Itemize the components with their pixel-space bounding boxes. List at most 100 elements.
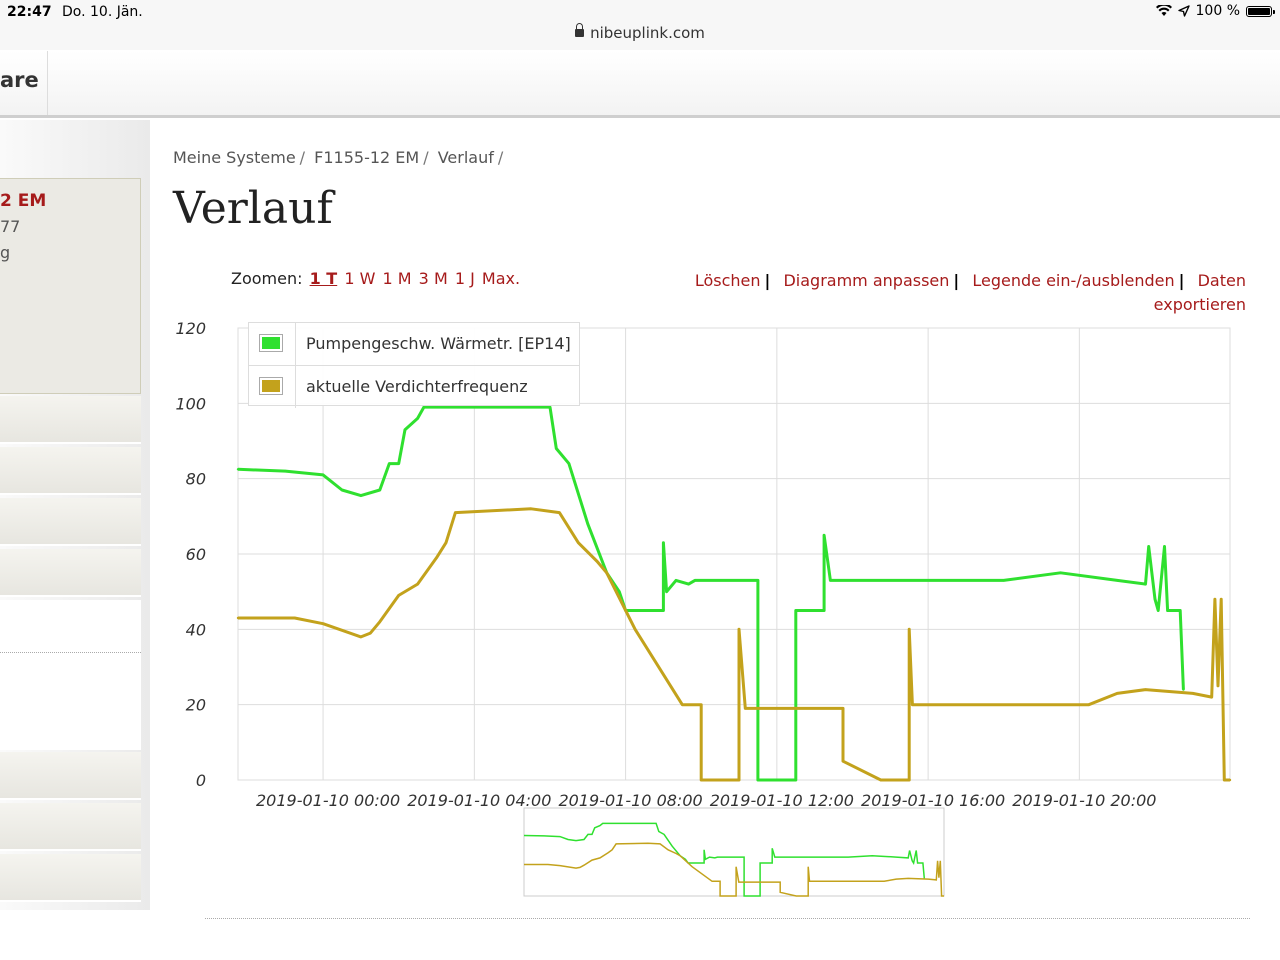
data-point (1220, 598, 1223, 601)
breadcrumb-item[interactable]: Meine Systeme (173, 148, 296, 167)
data-point (397, 462, 400, 465)
page-title: Verlauf (173, 183, 333, 234)
legend-entry[interactable]: Pumpengeschw. Wärmetr. [EP14] (249, 323, 579, 365)
sidebar-menu-item[interactable] (0, 498, 141, 546)
data-point (378, 620, 381, 623)
data-point (236, 468, 240, 471)
sidebar-menu-item[interactable] (0, 854, 141, 902)
data-point (681, 703, 684, 706)
data-point (822, 534, 826, 537)
y-tick-label: 60 (186, 545, 206, 564)
data-point (908, 778, 911, 782)
zoom-option-max[interactable]: Max. (482, 269, 520, 288)
data-point (794, 609, 797, 612)
y-tick-label: 40 (186, 620, 206, 639)
data-point (321, 622, 325, 625)
data-point (397, 594, 400, 597)
status-date: Do. 10. Jän. (62, 4, 143, 20)
data-point (293, 616, 296, 620)
data-point (662, 541, 665, 544)
data-point (444, 541, 448, 544)
data-point (618, 590, 621, 593)
data-point (841, 760, 845, 763)
data-point (236, 616, 240, 620)
address-bar[interactable]: nibeuplink.com (0, 23, 1280, 42)
zoom-option-1m[interactable]: 1 M (383, 269, 412, 288)
sidebar-submenu (0, 600, 141, 750)
divider (0, 652, 141, 653)
wifi-icon (1155, 5, 1172, 16)
data-point (737, 778, 741, 782)
system-name: 2 EM (0, 191, 47, 211)
data-point (1182, 688, 1185, 691)
y-tick-label: 0 (196, 771, 206, 790)
data-point (378, 488, 381, 492)
data-point (662, 609, 665, 612)
data-point (633, 628, 637, 631)
sidebar-menu-item[interactable] (0, 447, 141, 495)
data-point (529, 507, 533, 510)
legend-label: aktuelle Verdichterfrequenz (306, 377, 528, 396)
sidebar: 2 EM 77 g (0, 120, 150, 910)
sidebar-menu-item[interactable] (0, 549, 141, 597)
delete-link[interactable]: Löschen (695, 271, 761, 290)
data-point (1163, 545, 1166, 548)
data-point (416, 582, 419, 586)
data-point (1157, 609, 1160, 612)
system-status-line: g (0, 243, 11, 262)
data-point (388, 462, 391, 465)
data-point (1213, 598, 1217, 601)
status-time: 22:47 (7, 4, 52, 20)
top-navigation: are (0, 51, 1280, 118)
data-point (1144, 688, 1147, 691)
data-point (359, 494, 363, 497)
zoom-option-1t[interactable]: 1 T (310, 269, 338, 288)
footer-divider (205, 918, 1250, 919)
sidebar-menu-item[interactable] (0, 396, 141, 444)
data-point (879, 778, 882, 782)
zoom-option-1w[interactable]: 1 W (344, 269, 375, 288)
system-card[interactable]: 2 EM 77 g (0, 178, 141, 394)
sidebar-menu-item[interactable] (0, 803, 141, 851)
battery-icon (1246, 5, 1275, 17)
legend-swatch (259, 377, 283, 395)
x-tick-label: 2019-01-10 20:00 (1012, 791, 1156, 810)
legend-label: Pumpengeschw. Wärmetr. [EP14] (306, 334, 571, 353)
topnav-divider (47, 51, 48, 115)
zoom-option-3m[interactable]: 3 M (419, 269, 448, 288)
data-point (737, 628, 741, 631)
data-point (558, 511, 561, 514)
location-arrow-icon (1177, 5, 1190, 17)
data-point (700, 778, 703, 782)
overview-navigator[interactable] (522, 806, 946, 900)
overview-frame (523, 807, 945, 897)
data-point (340, 488, 344, 492)
data-point (1223, 778, 1226, 782)
legend-entry[interactable]: aktuelle Verdichterfrequenz (249, 365, 579, 408)
toggle-legend-link[interactable]: Legende ein-/ausblenden (972, 271, 1174, 290)
y-tick-label: 80 (186, 470, 206, 489)
data-point (1059, 571, 1062, 574)
data-point (416, 417, 419, 420)
data-point (359, 635, 363, 639)
data-point (586, 522, 589, 526)
data-point (744, 707, 747, 710)
customize-chart-link[interactable]: Diagramm anpassen (783, 271, 949, 290)
data-point (1087, 703, 1090, 706)
topnav-item[interactable]: are (0, 68, 39, 92)
data-point (794, 778, 797, 782)
data-point (1179, 609, 1182, 612)
breadcrumb-item[interactable]: F1155-12 EM (314, 148, 419, 167)
status-bar: 22:47 Do. 10. Jän. nibeuplink.com 100 % (0, 0, 1280, 50)
breadcrumb-item[interactable]: Verlauf (438, 148, 494, 167)
zoom-option-1j[interactable]: 1 J (455, 269, 475, 288)
data-point (674, 579, 678, 582)
data-point (700, 703, 703, 706)
data-point (665, 590, 668, 593)
data-point (435, 556, 438, 559)
data-point (1144, 582, 1147, 586)
legend-swatch (259, 334, 283, 352)
chart-legend: Pumpengeschw. Wärmetr. [EP14] aktuelle V… (248, 322, 580, 408)
sidebar-menu-item[interactable] (0, 752, 141, 800)
data-point (1191, 692, 1195, 695)
